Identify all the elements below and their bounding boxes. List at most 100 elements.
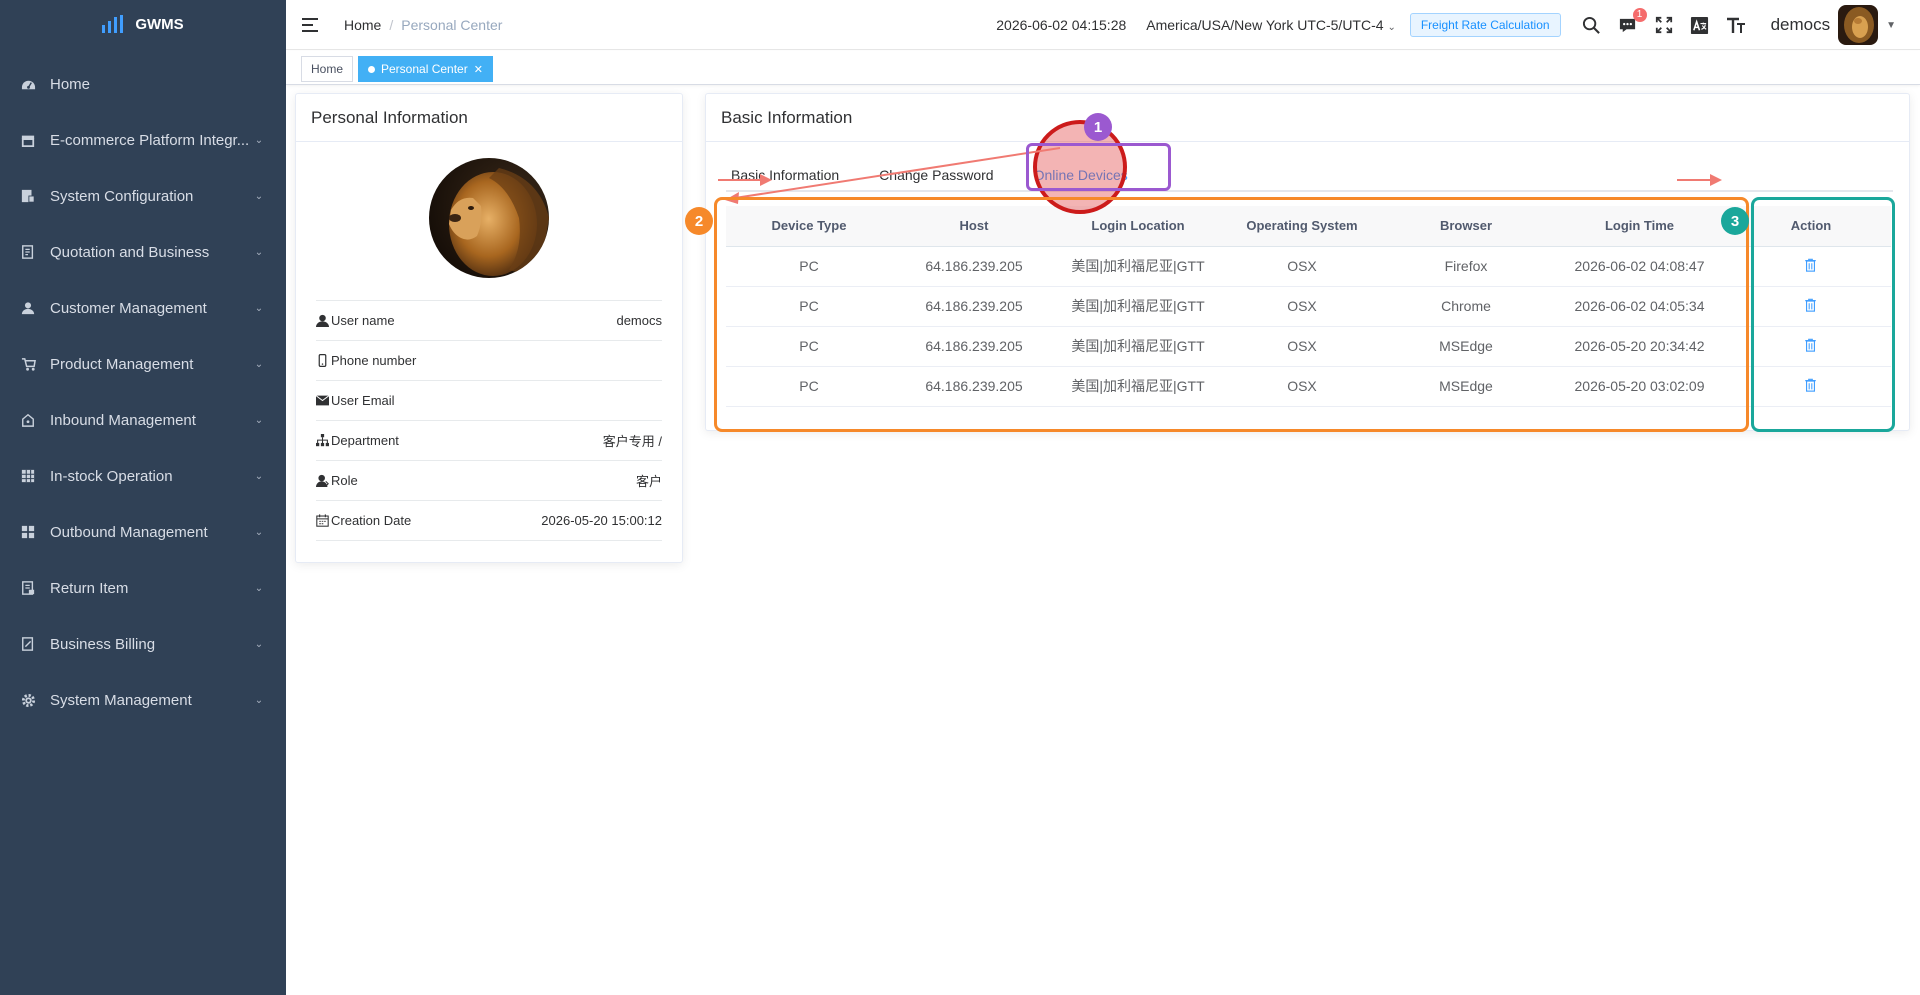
user-icon (20, 300, 36, 316)
column-header: Action (1731, 206, 1891, 247)
app-logo[interactable]: GWMS (0, 0, 286, 48)
tag-label: Home (311, 62, 344, 76)
menu-toggle-icon[interactable] (302, 17, 320, 32)
sidebar-item-customer[interactable]: Customer Management ⌄ (0, 280, 286, 336)
cell-login-location: 美国|加利福尼亚|GTT (1056, 366, 1220, 407)
sidebar-item-ecommerce[interactable]: E-commerce Platform Integr... ⌄ (0, 112, 286, 168)
cell-login-time: 2026-06-02 04:08:47 (1548, 246, 1731, 287)
info-label: Creation Date (331, 513, 412, 528)
cell-os: OSX (1220, 246, 1384, 287)
active-dot-icon (368, 65, 375, 73)
cell-os: OSX (1220, 286, 1384, 327)
column-header: Operating System (1220, 206, 1384, 247)
delete-icon[interactable] (1804, 298, 1818, 312)
chevron-down-icon: ⌄ (254, 134, 264, 146)
column-header: Login Time (1548, 206, 1731, 247)
sidebar-item-instock[interactable]: In-stock Operation ⌄ (0, 448, 286, 504)
close-icon[interactable]: ✕ (474, 63, 483, 76)
freight-rate-button[interactable]: Freight Rate Calculation (1409, 13, 1561, 37)
delete-icon[interactable] (1804, 258, 1818, 272)
cell-login-time: 2026-06-02 04:05:34 (1548, 286, 1731, 327)
info-value: 客户专用 / (602, 434, 662, 449)
logo-bars-icon (102, 15, 124, 33)
tag-home[interactable]: Home (301, 56, 354, 82)
sidebar-item-system-configuration[interactable]: System Configuration ⌄ (0, 168, 286, 224)
sidebar: GWMS Home E-commerce Platform Integr... … (0, 0, 286, 995)
store-icon (20, 132, 36, 148)
personal-info-list: User name democs Phone number User Email… (316, 300, 662, 541)
chevron-down-icon: ⌄ (254, 246, 264, 258)
sidebar-item-label: Inbound Management (50, 411, 196, 429)
sidebar-item-product[interactable]: Product Management ⌄ (0, 336, 286, 392)
table-row: PC 64.186.239.205 美国|加利福尼亚|GTT OSX MSEdg… (726, 366, 1891, 407)
chevron-down-icon: ⌄ (254, 190, 264, 202)
cell-device-type: PC (726, 246, 892, 287)
tiles-icon (20, 524, 36, 540)
phone-icon (316, 354, 329, 367)
header-avatar[interactable] (1838, 5, 1879, 45)
dashboard-icon (20, 76, 36, 92)
cell-device-type: PC (726, 286, 892, 327)
message-icon[interactable]: 1 (1617, 8, 1647, 36)
sidebar-item-label: Home (50, 75, 91, 93)
org-tree-icon (316, 434, 329, 447)
cell-host: 64.186.239.205 (892, 286, 1056, 327)
sidebar-item-quotation[interactable]: Quotation and Business ⌄ (0, 224, 286, 280)
timezone-select[interactable]: America/USA/New York UTC-5/UTC-4 ⌄ (1146, 17, 1396, 33)
font-size-icon[interactable] (1725, 14, 1747, 36)
house-icon (20, 412, 36, 428)
info-row-email: User Email (316, 381, 662, 421)
basic-info-card: Basic Information Basic Information Chan… (705, 93, 1910, 431)
sidebar-item-label: Quotation and Business (50, 243, 210, 261)
cell-action (1731, 286, 1891, 327)
sidebar-item-return[interactable]: Return Item ⌄ (0, 560, 286, 616)
chevron-down-icon: ⌄ (254, 694, 264, 706)
tags-view: Home Personal Center ✕ (286, 51, 1920, 85)
header-username[interactable]: democs (1771, 15, 1831, 35)
user-dropdown-caret-icon[interactable]: ▼ (1886, 20, 1896, 31)
sidebar-item-home[interactable]: Home (0, 56, 286, 112)
tab-change-password[interactable]: Change Password (879, 160, 993, 190)
personal-info-card: Personal Information User name democs Ph… (295, 93, 683, 563)
basic-info-title: Basic Information (706, 94, 1909, 142)
user-icon (316, 314, 329, 327)
tag-personal-center[interactable]: Personal Center ✕ (358, 56, 493, 82)
cell-device-type: PC (726, 326, 892, 367)
sidebar-item-inbound[interactable]: Inbound Management ⌄ (0, 392, 286, 448)
step-marker-1: 1 (1084, 113, 1112, 141)
search-icon[interactable] (1581, 14, 1603, 36)
cell-browser: MSEdge (1384, 326, 1548, 367)
info-value: democs (616, 313, 662, 328)
cell-device-type: PC (726, 366, 892, 407)
table-row: PC 64.186.239.205 美国|加利福尼亚|GTT OSX Firef… (726, 246, 1891, 287)
sidebar-item-billing[interactable]: Business Billing ⌄ (0, 616, 286, 672)
sidebar-item-outbound[interactable]: Outbound Management ⌄ (0, 504, 286, 560)
sidebar-item-system-management[interactable]: System Management ⌄ (0, 672, 286, 728)
column-header: Host (892, 206, 1056, 247)
info-label: User Email (331, 393, 395, 408)
breadcrumb-home[interactable]: Home (344, 17, 381, 33)
chevron-down-icon: ⌄ (254, 470, 264, 482)
tab-basic-information[interactable]: Basic Information (731, 160, 839, 190)
current-datetime: 2026-06-02 04:15:28 (996, 17, 1127, 33)
chevron-down-icon: ⌄ (254, 582, 264, 594)
grid-icon (20, 468, 36, 484)
gear-icon (20, 692, 36, 708)
fullscreen-icon[interactable] (1653, 14, 1675, 36)
cell-host: 64.186.239.205 (892, 366, 1056, 407)
info-label: Role (331, 473, 358, 488)
profile-tabs: Basic Information Change Password Online… (726, 160, 1893, 192)
cell-login-location: 美国|加利福尼亚|GTT (1056, 286, 1220, 327)
tab-online-devices[interactable]: Online Devices (1034, 160, 1128, 190)
language-icon[interactable] (1689, 14, 1711, 36)
profile-avatar[interactable] (429, 158, 549, 278)
sidebar-item-label: Product Management (50, 355, 194, 373)
info-label: Department (331, 433, 399, 448)
chevron-down-icon: ⌄ (254, 526, 264, 538)
delete-icon[interactable] (1804, 338, 1818, 352)
column-header: Browser (1384, 206, 1548, 247)
delete-icon[interactable] (1804, 378, 1818, 392)
sidebar-item-label: Return Item (50, 579, 129, 597)
cart-icon (20, 356, 36, 372)
breadcrumb: Home / Personal Center (344, 16, 503, 33)
